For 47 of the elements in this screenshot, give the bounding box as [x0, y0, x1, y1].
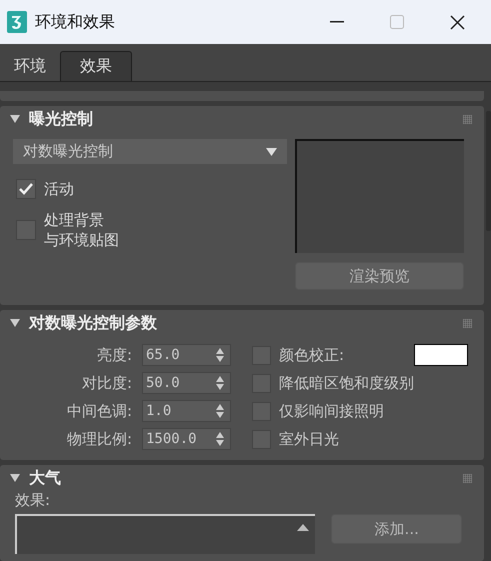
effects-label: 效果: — [14, 491, 52, 511]
checkbox-label: 降低暗区饱和度级别 — [279, 374, 414, 392]
checkbox-label: 处理背景 — [44, 210, 104, 230]
checkbox-label: 活动 — [44, 179, 74, 199]
spinner-arrows-icon[interactable] — [216, 348, 224, 362]
minimize-icon[interactable] — [330, 21, 344, 23]
checkbox[interactable] — [252, 346, 271, 364]
add-button[interactable]: 添加... — [331, 514, 462, 544]
parameter-label: 中间色调: — [66, 402, 133, 420]
spinner-arrows-icon[interactable] — [216, 404, 224, 418]
spinner-arrows-icon[interactable] — [216, 432, 224, 446]
collapse-arrow-icon[interactable] — [10, 474, 20, 482]
checkbox[interactable] — [16, 179, 36, 199]
render-preview-button[interactable]: 渲染预览 — [295, 262, 464, 290]
window-title: 环境和效果 — [35, 12, 116, 32]
checkbox-label: 仅影响间接照明 — [279, 402, 384, 420]
spinner-field[interactable]: 1500.0 — [142, 428, 231, 450]
close-icon[interactable] — [450, 14, 465, 30]
parameter-label: 亮度: — [96, 346, 133, 364]
grip-icon[interactable] — [463, 474, 472, 482]
checkbox[interactable] — [252, 374, 271, 392]
spinner-field[interactable]: 65.0 — [142, 344, 231, 366]
color-swatch[interactable] — [414, 344, 468, 366]
scroll-up-icon[interactable] — [297, 524, 310, 531]
rollout-title: 对数曝光控制参数 — [29, 312, 158, 334]
rollout-title: 曝光控制 — [29, 108, 94, 130]
tab[interactable]: 效果 — [60, 51, 132, 81]
grip-icon[interactable] — [463, 114, 472, 124]
parameter-label: 对比度: — [80, 374, 133, 392]
collapse-arrow-icon[interactable] — [10, 115, 20, 123]
checkbox[interactable] — [16, 220, 36, 240]
spinner-arrows-icon[interactable] — [216, 376, 224, 390]
spinner-field[interactable]: 50.0 — [142, 372, 231, 394]
rollout-title: 大气 — [29, 468, 62, 488]
checkbox-label: 颜色校正: — [279, 346, 344, 364]
dropdown[interactable]: 对数曝光控制 — [13, 139, 287, 164]
checkbox[interactable] — [252, 430, 271, 448]
effects-list[interactable] — [15, 514, 316, 554]
app-logo-icon — [7, 11, 27, 33]
grip-icon[interactable] — [463, 318, 472, 328]
checkbox-label: 室外日光 — [279, 430, 339, 448]
collapse-arrow-icon[interactable] — [10, 319, 20, 327]
parameter-label: 物理比例: — [66, 430, 133, 448]
checkbox[interactable] — [252, 402, 271, 420]
spinner-field[interactable]: 1.0 — [142, 400, 231, 422]
checkbox-label: 与环境贴图 — [44, 230, 119, 250]
dropdown-arrow-icon — [266, 148, 277, 156]
